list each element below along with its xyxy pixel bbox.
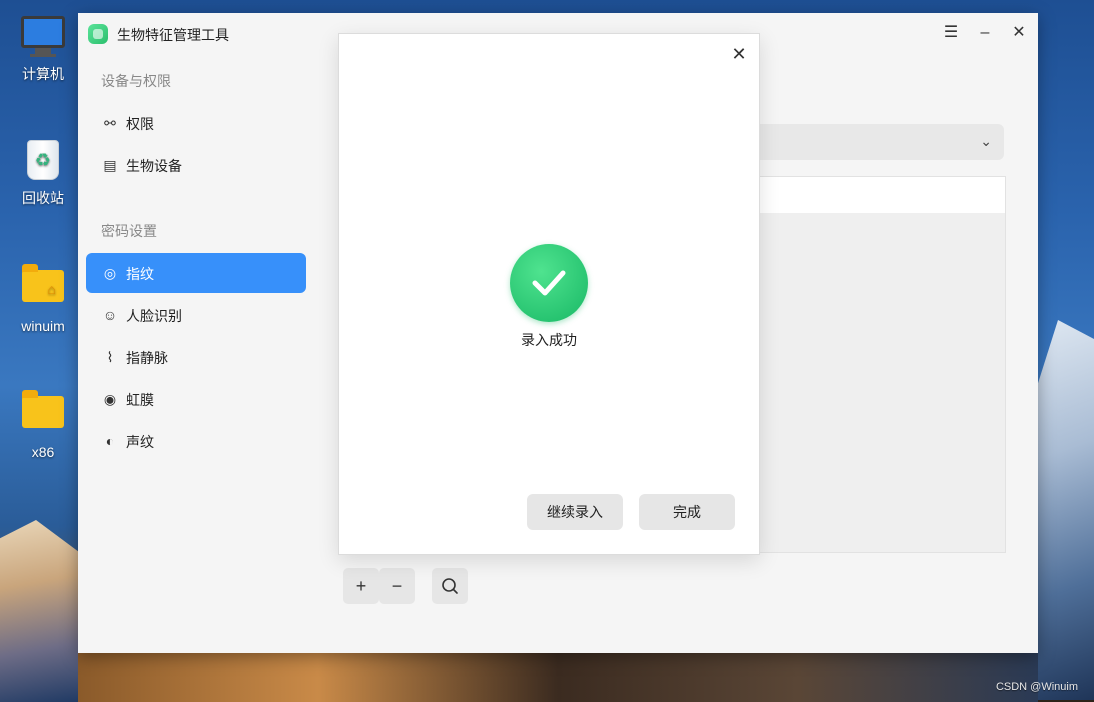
sidebar-item-label: 声纹 [126, 434, 154, 450]
success-check-icon [510, 244, 588, 322]
window-title: 生物特征管理工具 [117, 27, 229, 43]
desktop-icon-label: 回收站 [22, 190, 64, 206]
home-folder-icon: ⌂ [21, 264, 65, 314]
desktop-icon-label: winuim [21, 318, 65, 334]
search-icon [442, 578, 458, 594]
sidebar-item-fingerprint[interactable]: ◎ 指纹 [86, 253, 306, 293]
search-button[interactable] [432, 568, 468, 604]
voiceprint-icon: ◐ [105, 433, 115, 449]
desktop-wallpaper-mountain [1034, 320, 1094, 700]
desktop-wallpaper-mountain [0, 520, 80, 702]
chevron-down-icon: ⌄ [980, 133, 992, 149]
permission-icon: ⚯ [104, 115, 116, 131]
desktop-icon-computer[interactable]: 计算机 [8, 14, 78, 84]
folder-icon [21, 390, 65, 440]
desktop-icon-label: 计算机 [22, 66, 64, 82]
sidebar-item-label: 虹膜 [126, 392, 154, 408]
sidebar-item-label: 权限 [126, 116, 154, 132]
fingerprint-icon: ◎ [103, 265, 117, 281]
finger-vein-icon: ⌇ [106, 349, 114, 365]
minimize-button[interactable]: – [973, 23, 997, 43]
continue-enroll-button[interactable]: 继续录入 [527, 494, 623, 530]
sidebar-item-label: 指纹 [126, 266, 154, 282]
close-icon: ✕ [731, 44, 747, 64]
sidebar-item-permission[interactable]: ⚯ 权限 [86, 103, 306, 143]
computer-icon [21, 16, 65, 60]
enroll-success-dialog: ✕ 录入成功 继续录入 完成 [338, 33, 760, 555]
sidebar: 设备与权限 ⚯ 权限 ▤ 生物设备 密码设置 ◎ 指纹 ☺ 人脸识别 ⌇ 指静脉… [78, 55, 318, 653]
desktop-icon-trash[interactable]: ♻ 回收站 [8, 138, 78, 208]
device-icon: ▤ [103, 157, 117, 173]
desktop-icon-folder[interactable]: x86 [8, 390, 78, 460]
remove-button[interactable]: − [379, 568, 415, 604]
dialog-close-button[interactable]: ✕ [729, 44, 749, 64]
sidebar-item-label: 生物设备 [126, 158, 182, 174]
sidebar-item-label: 人脸识别 [126, 308, 182, 324]
sidebar-item-iris[interactable]: ◉ 虹膜 [86, 379, 306, 419]
menu-button[interactable]: ☰ [939, 23, 963, 43]
section-title-password: 密码设置 [101, 223, 157, 239]
sidebar-item-voiceprint[interactable]: ◐ 声纹 [86, 421, 306, 461]
done-button[interactable]: 完成 [639, 494, 735, 530]
desktop-wallpaper-ridge [78, 652, 1038, 702]
add-button[interactable]: + [343, 568, 379, 604]
sidebar-item-label: 指静脉 [126, 350, 168, 366]
enroll-status-text: 录入成功 [521, 332, 577, 348]
watermark: CSDN @Winuim [995, 681, 1078, 693]
desktop-icon-label: x86 [31, 444, 55, 460]
sidebar-item-devices[interactable]: ▤ 生物设备 [86, 145, 306, 185]
section-title-devices: 设备与权限 [101, 73, 171, 89]
sidebar-item-face[interactable]: ☺ 人脸识别 [86, 295, 306, 335]
trash-icon: ♻ [21, 140, 65, 184]
close-window-button[interactable]: ✕ [1007, 23, 1031, 43]
iris-icon: ◉ [103, 391, 117, 407]
desktop-icon-home-folder[interactable]: ⌂ winuim [8, 264, 78, 334]
sidebar-item-finger-vein[interactable]: ⌇ 指静脉 [86, 337, 306, 377]
face-scan-icon: ☺ [102, 307, 118, 323]
app-logo-icon [88, 24, 108, 44]
